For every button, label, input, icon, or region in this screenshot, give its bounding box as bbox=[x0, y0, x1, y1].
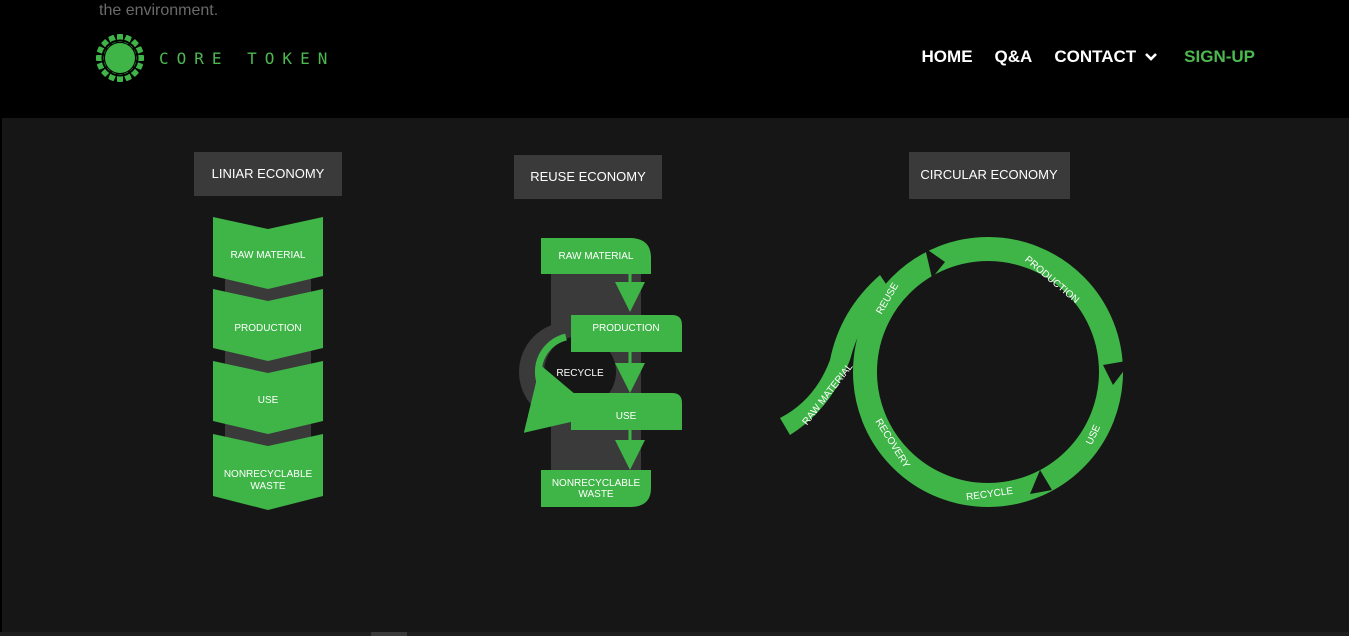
reuse-recycle-label: RECYCLE bbox=[556, 368, 604, 379]
reuse-economy-diagram: REUSE ECONOMY RECYCLE RAW MATERIAL PRODU… bbox=[514, 155, 682, 507]
reuse-step-waste-label-2: WASTE bbox=[578, 489, 614, 500]
circular-title: CIRCULAR ECONOMY bbox=[920, 167, 1058, 182]
reuse-step-production-label: PRODUCTION bbox=[592, 323, 659, 334]
reuse-step-raw-label: RAW MATERIAL bbox=[558, 251, 633, 262]
linear-step-production-label: PRODUCTION bbox=[234, 323, 301, 334]
bottom-divider bbox=[0, 632, 1349, 636]
reuse-step-use-label: USE bbox=[616, 411, 637, 422]
economy-diagrams: LINIAR ECONOMY RAW MATERIAL PRODUCTION U… bbox=[194, 152, 1132, 510]
circular-economy-diagram: CIRCULAR ECONOMY PRODUCTION USE RECYCLE … bbox=[780, 152, 1132, 507]
linear-step-raw-label: RAW MATERIAL bbox=[230, 250, 305, 261]
linear-title: LINIAR ECONOMY bbox=[212, 166, 325, 181]
linear-step-use-label: USE bbox=[258, 395, 279, 406]
linear-step-waste-label-1: NONRECYCLABLE bbox=[224, 469, 313, 480]
bottom-scroll-indicator[interactable] bbox=[371, 632, 407, 636]
reuse-step-waste-label-1: NONRECYCLABLE bbox=[552, 478, 641, 489]
linear-step-waste-label-2: WASTE bbox=[250, 481, 286, 492]
linear-economy-diagram: LINIAR ECONOMY RAW MATERIAL PRODUCTION U… bbox=[194, 152, 342, 510]
reuse-title: REUSE ECONOMY bbox=[530, 169, 646, 184]
